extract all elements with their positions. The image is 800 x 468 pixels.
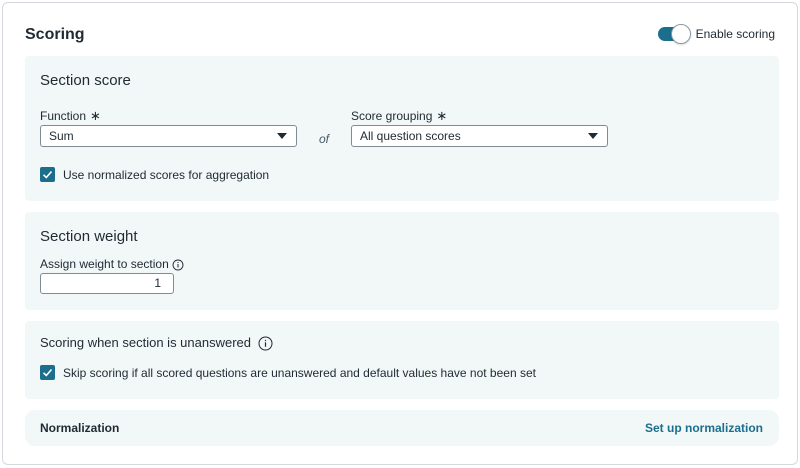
checkmark-icon bbox=[42, 368, 53, 377]
skip-scoring-checkbox[interactable] bbox=[40, 365, 55, 380]
required-asterisk-icon: ∗ bbox=[436, 108, 448, 123]
enable-scoring-toggle-group: Enable scoring bbox=[657, 24, 775, 44]
function-select[interactable]: Sum bbox=[40, 125, 297, 147]
section-weight-heading: Section weight bbox=[40, 228, 138, 245]
checkmark-icon bbox=[42, 170, 53, 179]
required-asterisk-icon: ∗ bbox=[90, 108, 101, 123]
assign-weight-label: Assign weight to section bbox=[40, 257, 184, 271]
enable-scoring-label: Enable scoring bbox=[695, 27, 775, 41]
weight-input[interactable]: 1 bbox=[40, 273, 174, 294]
unanswered-heading: Scoring when section is unanswered bbox=[40, 335, 273, 351]
score-grouping-selected-value: All question scores bbox=[360, 129, 461, 143]
toggle-knob bbox=[670, 24, 691, 44]
info-icon[interactable] bbox=[172, 259, 184, 271]
normalization-panel: Normalization Set up normalization bbox=[25, 410, 779, 446]
function-label: Function ∗ bbox=[40, 108, 101, 123]
info-icon[interactable] bbox=[258, 336, 273, 351]
skip-scoring-label: Skip scoring if all scored questions are… bbox=[63, 366, 536, 380]
set-up-normalization-link[interactable]: Set up normalization bbox=[645, 421, 763, 435]
page-title: Scoring bbox=[25, 26, 85, 43]
enable-scoring-toggle[interactable] bbox=[657, 24, 691, 44]
chevron-down-icon bbox=[277, 133, 287, 139]
section-score-panel: Section score Function ∗ Sum of Score gro… bbox=[25, 56, 779, 201]
normalized-scores-label: Use normalized scores for aggregation bbox=[63, 168, 270, 182]
of-text: of bbox=[319, 132, 330, 146]
score-grouping-label: Score grouping ∗ bbox=[351, 108, 448, 123]
normalized-scores-checkbox[interactable] bbox=[40, 167, 55, 182]
chevron-down-icon bbox=[588, 133, 598, 139]
normalization-label: Normalization bbox=[40, 421, 120, 435]
scoring-card: Scoring Enable scoring Section score Fun… bbox=[2, 2, 798, 465]
score-grouping-select[interactable]: All question scores bbox=[351, 125, 608, 147]
function-selected-value: Sum bbox=[49, 129, 74, 143]
unanswered-panel: Scoring when section is unanswered Skip … bbox=[25, 321, 779, 399]
section-weight-panel: Section weight Assign weight to section … bbox=[25, 212, 779, 310]
section-score-heading: Section score bbox=[40, 72, 131, 89]
